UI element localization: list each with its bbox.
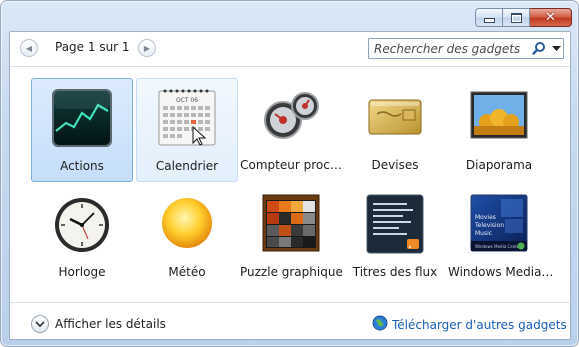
gadget-label: Actions (60, 159, 104, 173)
gadget-tile-actions[interactable]: Actions (31, 78, 133, 182)
gadget-label: Diaporama (465, 158, 533, 172)
gadget-label: Calendrier (155, 159, 219, 173)
toolbar-divider (10, 66, 570, 67)
maximize-icon (510, 12, 522, 23)
gadget-gallery-window: ✕ ◀ Page 1 sur 1 ▶ Rechercher des gadget… (0, 0, 579, 347)
calendar-icon: OCT 06 (155, 85, 219, 149)
footer-divider (10, 302, 570, 303)
maximize-button[interactable] (503, 8, 530, 27)
chevron-left-icon: ◀ (25, 43, 33, 53)
previous-page-button[interactable]: ◀ (20, 39, 38, 57)
gadget-tile-horloge[interactable]: Horloge (31, 185, 133, 289)
gadget-tile-titres-flux[interactable]: Titres des flux (344, 185, 446, 289)
gallery-panel: ◀ Page 1 sur 1 ▶ Rechercher des gadgets (9, 31, 571, 340)
media-menu-movies: Movies (475, 214, 496, 221)
gadget-label: Windows Media… (448, 265, 554, 279)
media-menu-television: Television (474, 222, 504, 229)
page-indicator: Page 1 sur 1 (55, 40, 130, 54)
gadget-label: Horloge (58, 265, 106, 279)
gadget-tile-windows-media[interactable]: Movies Television Music Windows Media Ce… (448, 185, 554, 289)
show-details-label[interactable]: Afficher les détails (55, 317, 166, 331)
gadget-label: Devises (371, 158, 419, 172)
window-caption-buttons: ✕ (475, 8, 572, 27)
currency-card-icon (363, 84, 427, 148)
media-menu-music: Music (475, 230, 492, 237)
feed-headlines-icon (363, 191, 427, 255)
show-details-toggle[interactable]: Afficher les détails (31, 315, 166, 333)
cpu-meter-icon (259, 84, 323, 148)
gadget-tile-meteo[interactable]: Météo (136, 185, 238, 289)
minimize-icon (483, 18, 495, 23)
search-box[interactable]: Rechercher des gadgets (368, 38, 564, 59)
globe-icon (372, 315, 388, 334)
puzzle-icon (259, 191, 323, 255)
slideshow-icon (467, 84, 531, 148)
gallery-toolbar: ◀ Page 1 sur 1 ▶ Rechercher des gadgets (10, 32, 570, 66)
minimize-button[interactable] (475, 8, 503, 27)
next-page-button[interactable]: ▶ (138, 39, 156, 57)
media-center-icon: Movies Television Music Windows Media Ce… (467, 191, 531, 255)
media-center-brand: Windows Media Center (475, 244, 521, 249)
gadget-tile-compteur[interactable]: Compteur proc… (240, 78, 342, 182)
gadget-tile-puzzle[interactable]: Puzzle graphique (240, 185, 343, 289)
gadget-tile-calendrier[interactable]: OCT 06 Calendrier (136, 78, 238, 182)
weather-sun-icon (155, 191, 219, 255)
chevron-down-icon[interactable] (31, 315, 49, 333)
search-icon[interactable] (531, 41, 547, 57)
download-more-gadgets-label[interactable]: Télécharger d'autres gadgets (392, 318, 567, 332)
download-more-gadgets-link[interactable]: Télécharger d'autres gadgets (372, 315, 567, 334)
calendar-month-label: OCT 06 (176, 97, 198, 104)
close-button[interactable]: ✕ (530, 8, 572, 27)
stocks-chart-icon (50, 85, 114, 149)
gadget-label: Puzzle graphique (240, 265, 343, 279)
gadget-tile-diaporama[interactable]: Diaporama (448, 78, 550, 182)
chevron-right-icon: ▶ (143, 43, 151, 53)
gadget-label: Compteur proc… (240, 158, 342, 172)
chevron-down-icon (551, 45, 561, 51)
gadget-label: Titres des flux (352, 265, 438, 279)
gadget-label: Météo (168, 265, 206, 279)
gadget-tile-devises[interactable]: Devises (344, 78, 446, 182)
search-input[interactable]: Rechercher des gadgets (374, 42, 520, 56)
close-icon: ✕ (545, 10, 556, 25)
search-dropdown-button[interactable] (549, 39, 563, 58)
clock-icon (50, 191, 114, 255)
